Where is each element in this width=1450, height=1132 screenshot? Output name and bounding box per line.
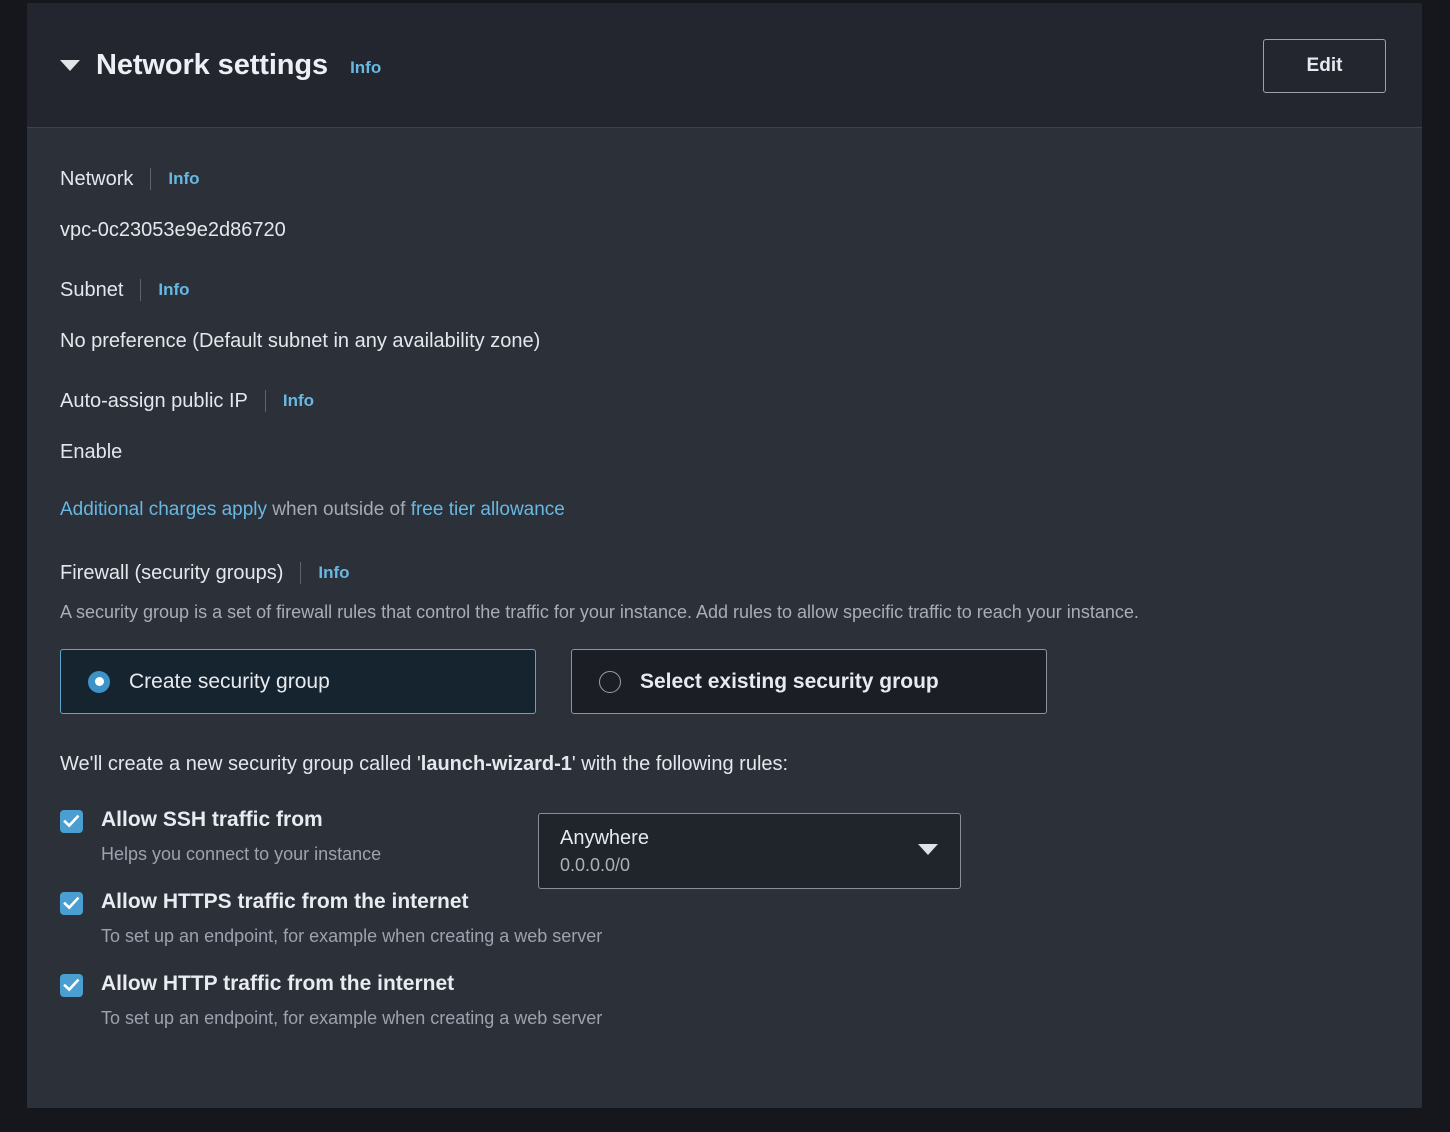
sentence-suffix: ' with the following rules: [571, 753, 789, 775]
additional-charges-link[interactable]: Additional charges apply [60, 499, 267, 520]
auto-assign-ip-info-link[interactable]: Info [283, 391, 314, 411]
subnet-label-row: Subnet Info [60, 277, 1386, 303]
auto-assign-ip-value: Enable [60, 441, 123, 463]
rule-allow-http: Allow HTTP traffic from the internet To … [60, 971, 1386, 1030]
subnet-info-link[interactable]: Info [158, 280, 189, 300]
option-select-existing-security-group-label: Select existing security group [640, 669, 939, 693]
ssh-source-dropdown[interactable]: Anywhere 0.0.0.0/0 [538, 813, 961, 889]
sentence-prefix: We'll create a new security group called… [60, 753, 421, 775]
edit-button[interactable]: Edit [1263, 39, 1386, 93]
network-label-row: Network Info [60, 166, 1386, 192]
security-group-option-group: Create security group Select existing se… [60, 649, 1386, 714]
header-info-link[interactable]: Info [350, 58, 381, 78]
option-create-security-group[interactable]: Create security group [60, 649, 536, 714]
network-info-link[interactable]: Info [168, 169, 199, 189]
firewall-section: Firewall (security groups) Info A securi… [60, 560, 1386, 1030]
rule-allow-https-help: To set up an endpoint, for example when … [101, 926, 603, 946]
network-settings-panel: Network settings Info Edit Network Info … [27, 3, 1422, 1108]
caret-down-icon[interactable] [60, 59, 80, 71]
rule-allow-http-label: Allow HTTP traffic from the internet [101, 972, 455, 995]
panel-header: Network settings Info Edit [27, 3, 1422, 128]
option-select-existing-security-group[interactable]: Select existing security group [571, 649, 1047, 714]
label-separator [300, 562, 302, 584]
rule-allow-http-help: To set up an endpoint, for example when … [101, 1008, 603, 1028]
page-title: Network settings [96, 48, 329, 81]
subnet-value: No preference (Default subnet in any ava… [60, 330, 541, 352]
checkbox-allow-ssh[interactable] [60, 810, 83, 833]
ssh-source-value: Anywhere [560, 827, 649, 849]
label-separator [264, 390, 266, 412]
auto-assign-ip-field: Auto-assign public IP Info Enable [60, 388, 1386, 464]
caret-down-icon [918, 844, 938, 855]
free-tier-link[interactable]: free tier allowance [411, 499, 565, 520]
checkbox-allow-http[interactable] [60, 974, 83, 997]
radio-unselected-icon[interactable] [599, 670, 621, 693]
auto-assign-ip-label: Auto-assign public IP [60, 389, 248, 412]
rule-allow-https-label: Allow HTTPS traffic from the internet [101, 890, 469, 913]
subnet-field: Subnet Info No preference (Default subne… [60, 277, 1386, 353]
firewall-description: A security group is a set of firewall ru… [60, 602, 1139, 622]
checkbox-allow-https[interactable] [60, 892, 83, 915]
firewall-label-row: Firewall (security groups) Info [60, 560, 1386, 586]
radio-selected-icon[interactable] [88, 670, 110, 693]
security-group-name-sentence: We'll create a new security group called… [60, 753, 1386, 776]
charges-middle-text: when outside of [267, 499, 411, 520]
network-field: Network Info vpc-0c23053e9e2d86720 [60, 166, 1386, 242]
additional-charges-note: Additional charges apply when outside of… [60, 499, 1386, 521]
network-value: vpc-0c23053e9e2d86720 [60, 219, 286, 241]
ssh-source-cidr: 0.0.0.0/0 [560, 855, 631, 875]
rule-allow-https: Allow HTTPS traffic from the internet To… [60, 889, 1386, 948]
firewall-info-link[interactable]: Info [318, 563, 349, 583]
security-group-name: launch-wizard-1 [420, 753, 572, 775]
network-label: Network [60, 167, 134, 190]
auto-assign-ip-label-row: Auto-assign public IP Info [60, 388, 1386, 414]
label-separator [140, 279, 142, 301]
subnet-label: Subnet [60, 278, 124, 301]
option-create-security-group-label: Create security group [129, 669, 330, 693]
page-root: Network settings Info Edit Network Info … [0, 0, 1450, 1132]
panel-body: Network Info vpc-0c23053e9e2d86720 Subne… [27, 128, 1422, 1030]
firewall-label: Firewall (security groups) [60, 561, 284, 584]
rule-allow-ssh: Allow SSH traffic from Helps you connect… [60, 807, 1386, 889]
label-separator [150, 168, 152, 190]
